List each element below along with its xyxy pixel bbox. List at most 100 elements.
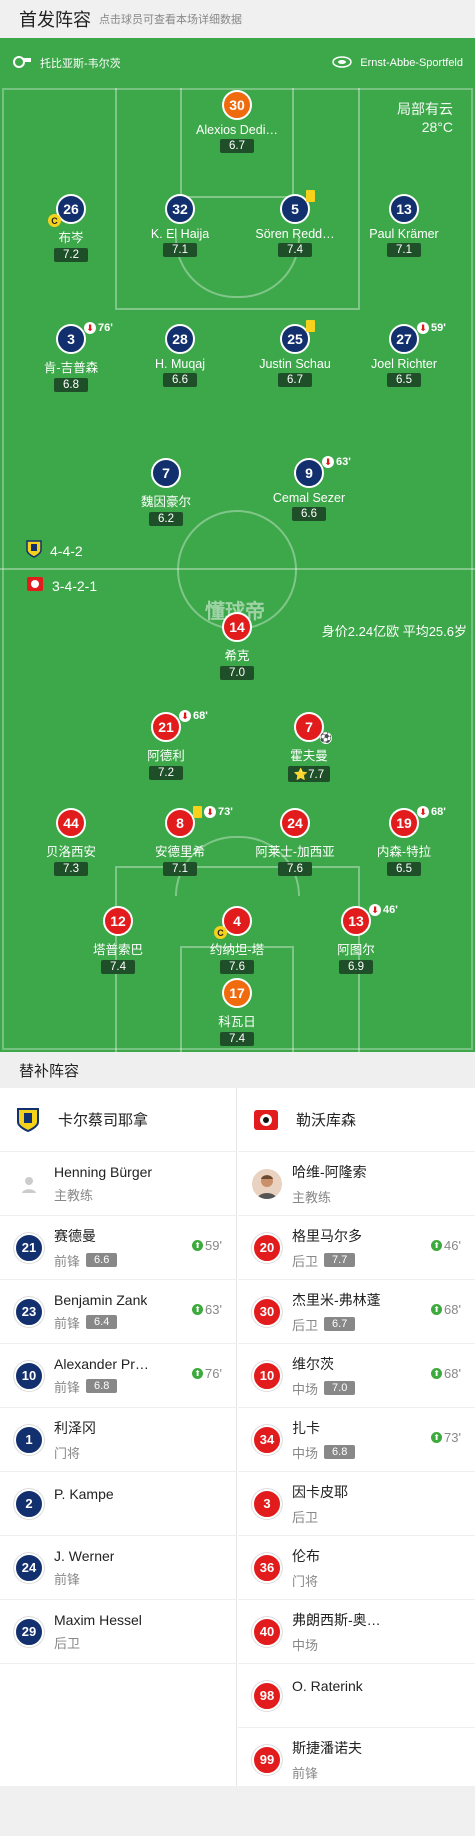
player-rating: 6.5 xyxy=(387,862,421,876)
subs-header: 替补阵容 xyxy=(0,1052,475,1088)
sub-row[interactable]: 2 P. Kampe xyxy=(0,1472,236,1536)
player-rating: 7.2 xyxy=(149,766,183,780)
sub-in-minute: ⬆ 68' xyxy=(431,1302,461,1317)
jena-logo-icon xyxy=(14,1106,42,1134)
sub-out-badge: ⬇ 59' xyxy=(417,322,446,334)
sub-name: 扎卡 xyxy=(292,1419,320,1436)
team-row-leverkusen[interactable]: 勒沃库森 xyxy=(238,1088,475,1152)
player-lev-17[interactable]: 17 科瓦日 7.4 xyxy=(182,978,292,1046)
leverkusen-logo-icon xyxy=(252,1106,280,1134)
sub-row[interactable]: 20 格里马尔多 后卫 7.7 ⬆ 46' xyxy=(238,1216,475,1280)
sub-row[interactable]: 23 Benjamin Zank 前锋 6.4 ⬆ 63' xyxy=(0,1280,236,1344)
sub-number: 20 xyxy=(252,1232,282,1263)
player-rating: 7.4 xyxy=(101,960,135,974)
sub-row[interactable]: 40 弗朗西斯-奥… 中场 xyxy=(238,1600,475,1664)
weather-text: 局部有云 xyxy=(397,101,453,117)
stadium-name: Ernst-Abbe-Sportfeld xyxy=(360,57,463,69)
player-number: 25 xyxy=(280,320,315,354)
sub-rating: 6.7 xyxy=(324,1317,356,1331)
sub-number: 40 xyxy=(252,1616,282,1647)
player-jena-26[interactable]: 26 C 布岑 7.2 xyxy=(16,194,126,262)
sub-position: 后卫 xyxy=(54,1635,81,1651)
player-name: Justin Schau xyxy=(259,357,331,371)
player-jena-27[interactable]: 27 ⬇ 59' Joel Richter 6.5 xyxy=(349,322,459,387)
player-lev-8[interactable]: 8 ⬇ 73' 安德里希 7.1 xyxy=(125,806,235,876)
player-name: 约纳坦-塔 xyxy=(209,943,265,957)
sub-out-icon: ⬇ xyxy=(417,806,429,818)
sub-row[interactable]: 98 O. Raterink xyxy=(238,1664,475,1728)
whistle-icon xyxy=(12,55,32,72)
player-lev-12[interactable]: 12 塔普索巴 7.4 xyxy=(63,906,173,974)
captain-icon: C xyxy=(214,926,227,939)
player-rating: 7.1 xyxy=(163,243,197,257)
player-number: 12 xyxy=(103,906,133,936)
sub-number: 34 xyxy=(252,1424,282,1455)
player-number: 24 xyxy=(280,808,310,838)
player-lev-4[interactable]: 4C 约纳坦-塔 7.6 xyxy=(182,906,292,974)
jena-formation: 4-4-2 xyxy=(26,540,83,561)
sub-position: 后卫 xyxy=(292,1317,319,1333)
coach-role: 主教练 xyxy=(54,1187,94,1203)
player-jena-32[interactable]: 32 K. El Haija 7.1 xyxy=(125,194,235,257)
player-jena-13[interactable]: 13 Paul Krämer 7.1 xyxy=(349,194,459,257)
coach-row[interactable]: Henning Bürger 主教练 xyxy=(0,1152,236,1216)
sub-row[interactable]: 3 因卡皮耶 后卫 xyxy=(238,1472,475,1536)
coach-row[interactable]: 哈维-阿隆索 主教练 xyxy=(238,1152,475,1216)
player-jena-5[interactable]: 5 Sören Redd… 7.4 xyxy=(240,190,350,257)
stadium-icon xyxy=(332,55,353,71)
player-jena-9[interactable]: 9 ⬇ 63' Cemal Sezer 6.6 xyxy=(254,456,364,521)
sub-name: 杰里米-弗林蓬 xyxy=(292,1291,381,1308)
player-name: 阿莱士-加西亚 xyxy=(255,845,335,859)
sub-row[interactable]: 24 J. Werner 前锋 xyxy=(0,1536,236,1600)
player-rating: 7.1 xyxy=(163,862,197,876)
player-name: 布岑 xyxy=(58,231,84,245)
player-number: 14 xyxy=(222,612,252,642)
sub-row[interactable]: 10 Alexander Pr… 前锋 6.8 ⬆ 76' xyxy=(0,1344,236,1408)
sub-name: 格里马尔多 xyxy=(292,1227,362,1244)
player-name: 安德里希 xyxy=(154,845,205,859)
player-rating: 6.5 xyxy=(387,373,421,387)
team-row-jena[interactable]: 卡尔蔡司耶拿 xyxy=(0,1088,236,1152)
player-name: Paul Krämer xyxy=(369,227,439,241)
sub-row[interactable]: 21 赛德曼 前锋 6.6 ⬆ 59' xyxy=(0,1216,236,1280)
sub-row[interactable]: 99 斯捷潘诺夫 前锋 xyxy=(238,1728,475,1792)
sub-out-icon: ⬇ xyxy=(179,710,191,722)
sub-row[interactable]: 34 扎卡 中场 6.8 ⬆ 73' xyxy=(238,1408,475,1472)
player-jena-3[interactable]: 3 ⬇ 76' 肯-吉普森 6.8 xyxy=(16,322,126,392)
player-lev-21[interactable]: 21 ⬇ 68' 阿德利 7.2 xyxy=(111,710,221,780)
player-lev-44[interactable]: 44 贝洛西安 7.3 xyxy=(16,808,126,876)
player-lev-14[interactable]: 14 希克 7.0 xyxy=(182,612,292,680)
player-lev-24[interactable]: 24 阿莱士-加西亚 7.6 xyxy=(240,808,350,876)
weather-info: 局部有云 28°C xyxy=(397,100,453,136)
sub-in-icon: ⬆ xyxy=(431,1240,443,1251)
player-jena-25[interactable]: 25 Justin Schau 6.7 xyxy=(240,320,350,387)
player-name: Alexios Dedi… xyxy=(196,123,278,137)
player-jena-28[interactable]: 28 H. Muqaj 6.6 xyxy=(125,324,235,387)
sub-row[interactable]: 29 Maxim Hessel 后卫 xyxy=(0,1600,236,1664)
player-number: 21 ⬇ 68' xyxy=(151,710,208,742)
sub-in-icon: ⬆ xyxy=(192,1304,204,1315)
sub-row[interactable]: 1 利泽冈 门将 xyxy=(0,1408,236,1472)
player-lev-19[interactable]: 19 ⬇ 68' 内森-特拉 6.5 xyxy=(349,806,459,876)
sub-out-badge: ⬇ 46' xyxy=(369,904,398,916)
sub-name: 弗朗西斯-奥… xyxy=(292,1611,381,1628)
sub-in-minute: ⬆ 68' xyxy=(431,1366,461,1381)
sub-row[interactable]: 36 伦布 门将 xyxy=(238,1536,475,1600)
sub-rating: 6.6 xyxy=(86,1253,118,1267)
sub-position: 前锋 xyxy=(54,1253,81,1269)
player-jena-7[interactable]: 7 魏因豪尔 6.2 xyxy=(111,458,221,526)
sub-in-minute: ⬆ 73' xyxy=(431,1430,461,1445)
player-lev-7[interactable]: 7 ⚽ 霍夫曼 ⭐7.7 xyxy=(254,712,364,782)
sub-name: 赛德曼 xyxy=(54,1227,96,1244)
player-number: 44 xyxy=(56,808,86,838)
player-lev-13[interactable]: 13 ⬇ 46' 阿图尔 6.9 xyxy=(301,904,411,974)
sub-position: 中场 xyxy=(292,1381,319,1397)
sub-number: 36 xyxy=(252,1552,282,1583)
player-name: 阿图尔 xyxy=(337,943,375,957)
sub-row[interactable]: 30 杰里米-弗林蓬 后卫 6.7 ⬆ 68' xyxy=(238,1280,475,1344)
sub-row[interactable]: 10 维尔茨 中场 7.0 ⬆ 68' xyxy=(238,1344,475,1408)
sub-number: 10 xyxy=(14,1360,44,1391)
player-jena-30[interactable]: 30 Alexios Dedi… 6.7 xyxy=(182,90,292,153)
yellow-card-icon xyxy=(306,320,315,332)
sub-name: 伦布 xyxy=(292,1547,320,1564)
